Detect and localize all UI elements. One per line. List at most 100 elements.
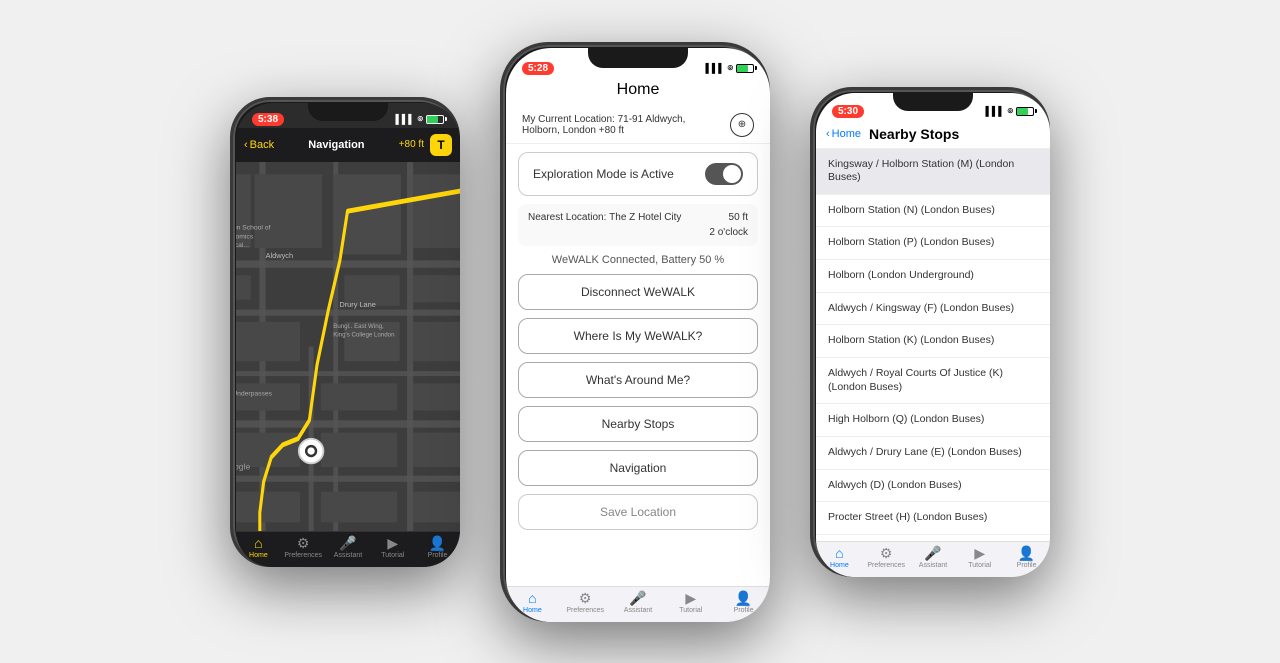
stop-item-4[interactable]: Aldwych / Kingsway (F) (London Buses) [816, 293, 1050, 326]
wifi-icon: ⌾ [418, 114, 423, 125]
status-icons-phone2: ▌▌▌ ⌾ [705, 63, 754, 74]
navigation-btn[interactable]: Navigation [518, 450, 758, 486]
tab-preferences-phone2[interactable]: ⚙ Preferences [559, 591, 612, 614]
notch [308, 103, 388, 121]
person-icon-phone2: 👤 [735, 591, 752, 605]
location-text: My Current Location: 71-91 Aldwych, Holb… [522, 114, 722, 136]
stop-item-8[interactable]: Aldwych / Drury Lane (E) (London Buses) [816, 437, 1050, 470]
wifi-icon-phone3: ⌾ [1008, 106, 1013, 117]
gear-icon-phone3: ⚙ [880, 546, 893, 560]
back-chevron-icon: ‹ [244, 139, 248, 151]
mic-icon-phone2: 🎤 [629, 591, 646, 605]
tab-home-phone3[interactable]: ⌂ Home [816, 546, 863, 569]
stop-item-1[interactable]: Holborn Station (N) (London Buses) [816, 195, 1050, 228]
location-bar: My Current Location: 71-91 Aldwych, Holb… [506, 107, 770, 144]
tab-assistant-phone2[interactable]: 🎤 Assistant [612, 591, 665, 614]
person-icon: 👤 [429, 536, 446, 550]
stop-item-9[interactable]: Aldwych (D) (London Buses) [816, 470, 1050, 503]
transit-icon-btn[interactable]: T [430, 134, 452, 156]
where-is-wewalk-btn[interactable]: Where Is My WeWALK? [518, 318, 758, 354]
back-button-phone3[interactable]: ‹ Home [826, 128, 861, 140]
exploration-mode-toggle[interactable] [705, 163, 743, 185]
back-button-phone1[interactable]: ‹ Back [244, 139, 274, 151]
battery-icon-phone3 [1016, 107, 1034, 116]
tab-bar-phone1: ⌂ Home ⚙ Preferences 🎤 Assistant ▶ Tutor… [236, 531, 460, 567]
signal-icon-phone2: ▌▌▌ [705, 63, 724, 73]
svg-text:Drury Lane: Drury Lane [339, 300, 375, 309]
play-icon-phone3: ▶ [974, 546, 985, 560]
stop-item-3[interactable]: Holborn (London Underground) [816, 260, 1050, 293]
nearby-nav-bar: ‹ Home Nearby Stops [816, 120, 1050, 149]
stops-list: Kingsway / Holborn Station (M) (London B… [816, 149, 1050, 541]
nearest-label: Nearest Location: The Z Hotel City [528, 212, 681, 223]
home-content: Exploration Mode is Active Nearest Locat… [506, 144, 770, 586]
exploration-mode-card[interactable]: Exploration Mode is Active [518, 152, 758, 196]
nav-elevation: +80 ft [399, 139, 424, 150]
tab-tutorial-phone1[interactable]: ▶ Tutorial [370, 536, 415, 559]
svg-text:Aldwych: Aldwych [266, 250, 293, 259]
tab-profile-phone2[interactable]: 👤 Profile [717, 591, 770, 614]
status-time-phone2: 5:28 [522, 62, 554, 75]
play-icon: ▶ [387, 536, 398, 550]
status-time-phone1: 5:38 [252, 113, 284, 126]
stop-item-7[interactable]: High Holborn (Q) (London Buses) [816, 404, 1050, 437]
svg-text:london School of: london School of [236, 224, 270, 231]
tab-bar-phone3: ⌂ Home ⚙ Preferences 🎤 Assistant ▶ Tutor… [816, 541, 1050, 577]
home-icon: ⌂ [254, 536, 262, 550]
svg-text:Google: Google [236, 461, 251, 471]
location-target-btn[interactable]: ⊕ [730, 113, 754, 137]
tab-assistant-phone3[interactable]: 🎤 Assistant [910, 546, 957, 569]
person-icon-phone3: 👤 [1018, 546, 1035, 560]
nearest-distance: 50 ft [729, 212, 748, 223]
phone-nearby-stops: 5:30 ▌▌▌ ⌾ ‹ Home Nearby Stops Kingsway … [810, 87, 1050, 577]
svg-text:land Underpasses: land Underpasses [236, 390, 273, 397]
status-icons-phone1: ▌▌▌ ⌾ [395, 114, 444, 125]
nav-title-phone1: Navigation [280, 139, 393, 151]
tab-preferences-phone3[interactable]: ⚙ Preferences [863, 546, 910, 569]
disconnect-wewalk-btn[interactable]: Disconnect WeWALK [518, 274, 758, 310]
battery-icon [426, 115, 444, 124]
tab-home-phone1[interactable]: ⌂ Home [236, 536, 281, 559]
stop-item-10[interactable]: Procter Street (H) (London Buses) [816, 502, 1050, 535]
phone-navigation: 5:38 ▌▌▌ ⌾ ‹ Back Navigation +80 ft T [230, 97, 460, 567]
whats-around-me-btn[interactable]: What's Around Me? [518, 362, 758, 398]
svg-text:Economics: Economics [236, 233, 254, 240]
nearby-stops-title: Nearby Stops [869, 126, 959, 142]
home-screen-title: Home [506, 77, 770, 107]
phone-home: 5:28 ▌▌▌ ⌾ Home My Current Location: 71-… [500, 42, 770, 622]
status-time-phone3: 5:30 [832, 105, 864, 118]
back-chevron-icon-phone3: ‹ [826, 128, 830, 140]
stop-item-5[interactable]: Holborn Station (K) (London Buses) [816, 325, 1050, 358]
stop-item-2[interactable]: Holborn Station (P) (London Buses) [816, 227, 1050, 260]
tab-tutorial-phone2[interactable]: ▶ Tutorial [664, 591, 717, 614]
map-nav-bar: ‹ Back Navigation +80 ft T [236, 128, 460, 162]
gear-icon-phone2: ⚙ [579, 591, 592, 605]
status-icons-phone3: ▌▌▌ ⌾ [985, 106, 1034, 117]
stop-item-6[interactable]: Aldwych / Royal Courts Of Justice (K) (L… [816, 358, 1050, 404]
signal-icon-phone3: ▌▌▌ [985, 106, 1004, 116]
home-icon-phone2: ⌂ [528, 591, 536, 605]
mic-icon-phone3: 🎤 [924, 546, 941, 560]
nearest-direction: 2 o'clock [709, 227, 748, 238]
tab-home-phone2[interactable]: ⌂ Home [506, 591, 559, 614]
notch-phone2 [588, 48, 688, 68]
tab-profile-phone1[interactable]: 👤 Profile [415, 536, 460, 559]
stop-item-0[interactable]: Kingsway / Holborn Station (M) (London B… [816, 149, 1050, 195]
tab-preferences-phone1[interactable]: ⚙ Preferences [281, 536, 326, 559]
home-icon-phone3: ⌂ [835, 546, 843, 560]
tab-assistant-phone1[interactable]: 🎤 Assistant [326, 536, 371, 559]
notch-phone3 [893, 93, 973, 111]
nearby-stops-btn[interactable]: Nearby Stops [518, 406, 758, 442]
wifi-icon-phone2: ⌾ [728, 63, 733, 74]
battery-icon-phone2 [736, 64, 754, 73]
tab-profile-phone3[interactable]: 👤 Profile [1003, 546, 1050, 569]
svg-text:King's College London: King's College London [333, 331, 395, 338]
save-location-btn[interactable]: Save Location [518, 494, 758, 530]
nearest-location-card: Nearest Location: The Z Hotel City 50 ft… [518, 204, 758, 246]
nearest-direction-info: 2 o'clock [528, 225, 748, 240]
gear-icon: ⚙ [297, 536, 310, 550]
tab-bar-phone2: ⌂ Home ⚙ Preferences 🎤 Assistant ▶ Tutor… [506, 586, 770, 622]
tab-tutorial-phone3[interactable]: ▶ Tutorial [956, 546, 1003, 569]
svg-text:Bungl.. East Wing,: Bungl.. East Wing, [333, 323, 384, 330]
mic-icon: 🎤 [339, 536, 356, 550]
